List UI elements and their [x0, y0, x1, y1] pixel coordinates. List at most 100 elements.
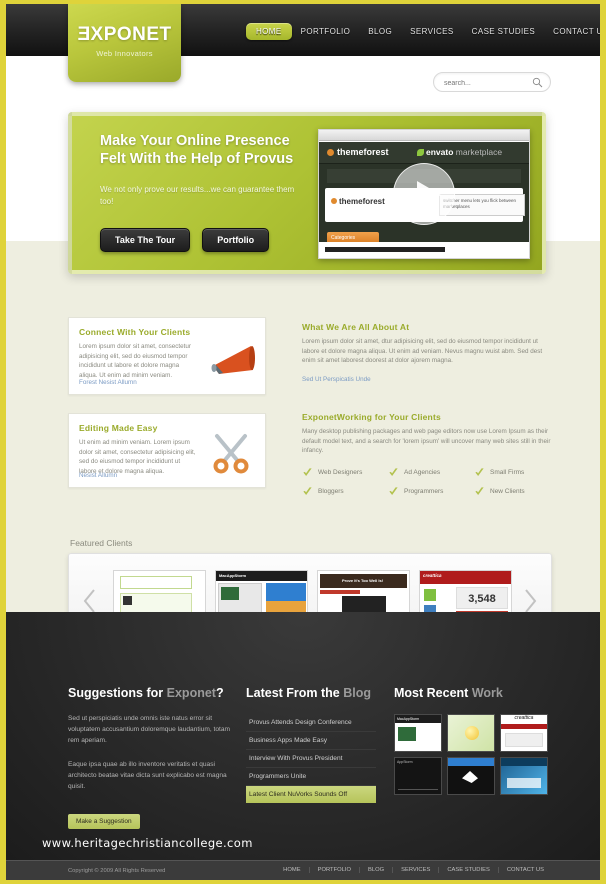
working-block: ExponetWorking for Your Clients Many des… [302, 412, 554, 497]
working-title: ExponetWorking for Your Clients [302, 412, 441, 422]
footer-nav-case-studies[interactable]: CASE STUDIES [439, 867, 499, 873]
blog-link[interactable]: Business Apps Made Easy [249, 737, 373, 744]
portfolio-button[interactable]: Portfolio [202, 228, 270, 252]
footer-suggestions: Suggestions for Exponet? Sed ut perspici… [68, 686, 233, 829]
blog-link[interactable]: Provus Attends Design Conference [249, 719, 373, 726]
nav-item-services[interactable]: SERVICES [401, 23, 463, 40]
feature-card-link[interactable]: Forest Nesist Allumn [79, 379, 137, 386]
footer-title-strong: Latest From the [246, 686, 340, 700]
hero-subtext: We not only prove our results...we can g… [100, 185, 295, 206]
nav-item-portfolio[interactable]: PORTFOLIO [292, 23, 360, 40]
footer-nav-contact-us[interactable]: CONTACT US [499, 867, 552, 873]
checklist-item: Web Designers [302, 467, 388, 478]
megaphone-icon [211, 346, 255, 374]
check-icon [303, 467, 312, 476]
hero-video-thumbnail[interactable]: themeforest envato marketplace themefore… [318, 129, 530, 259]
logo-wordmark: EXPONET [68, 24, 181, 46]
work-thumb[interactable]: MacAppStorm [394, 714, 442, 752]
nav-item-contact-us[interactable]: CONTACT US [544, 23, 600, 40]
checklist-item: Programmers [388, 486, 474, 497]
checklist-label: Ad Agencies [404, 468, 441, 476]
check-icon [475, 467, 484, 476]
footer-blog-title: Latest From the Blog [246, 686, 376, 700]
footer-recent-work: Most Recent Work MacAppStorm creattica A… [394, 686, 554, 795]
check-icon [389, 486, 398, 495]
list-item[interactable]: Programmers Unite [246, 768, 376, 786]
themeforest-logo: themeforest [327, 147, 389, 157]
list-item[interactable]: Provus Attends Design Conference [246, 714, 376, 732]
inner-themeforest-label: themeforest [331, 197, 385, 206]
work-thumb[interactable]: creattica [500, 714, 548, 752]
work-thumb[interactable] [500, 757, 548, 795]
footer-suggestions-para1: Sed ut perspiciatis unde omnis iste natu… [68, 715, 231, 744]
checklist-label: Bloggers [318, 487, 344, 495]
footer-bottom-bar: Copyright © 2009 All Rights Reserved HOM… [6, 860, 600, 880]
nav-item-case-studies[interactable]: CASE STUDIES [463, 23, 544, 40]
check-icon [303, 486, 312, 495]
search-icon[interactable] [532, 77, 543, 88]
footer-nav-home[interactable]: HOME [275, 867, 310, 873]
checklist-label: Small Firms [490, 468, 525, 476]
make-a-suggestion-button[interactable]: Make a Suggestion [68, 814, 140, 829]
work-thumb[interactable] [447, 714, 495, 752]
watermark-text: www.heritagechristiancollege.com [42, 836, 253, 850]
check-icon [475, 486, 484, 495]
featured-clients-title: Featured Clients [70, 538, 133, 548]
play-icon[interactable] [393, 163, 455, 225]
about-link[interactable]: Sed Ut Perspicatis Unde [302, 376, 371, 383]
hero-heading-line1: Make Your Online Presence [100, 133, 290, 149]
search-input[interactable] [444, 76, 529, 90]
footer-title-suffix: ? [215, 686, 224, 700]
footer-nav: HOME PORTFOLIO BLOG SERVICES CASE STUDIE… [275, 867, 552, 873]
blog-post-list: Provus Attends Design Conference Busines… [246, 714, 376, 803]
footer-blog: Latest From the Blog Provus Attends Desi… [246, 686, 376, 803]
scissors-icon [213, 434, 249, 474]
checklist-label: New Clients [490, 487, 525, 495]
checklist-item: Small Firms [474, 467, 554, 478]
work-thumb[interactable]: AppStorm [394, 757, 442, 795]
page-frame: HOME PORTFOLIO BLOG SERVICES CASE STUDIE… [0, 0, 606, 884]
check-icon [389, 467, 398, 476]
take-the-tour-button[interactable]: Take The Tour [100, 228, 191, 252]
footer-title-strong: Most Recent [394, 686, 469, 700]
footer-title-muted: Work [471, 686, 503, 700]
footer-nav-portfolio[interactable]: PORTFOLIO [310, 867, 360, 873]
site-logo[interactable]: EXPONET Web Innovators [68, 4, 181, 82]
about-title: What We Are All About At [302, 322, 410, 332]
client-stat: 3,548 [456, 587, 508, 609]
footer-nav-blog[interactable]: BLOG [360, 867, 394, 873]
chevron-right-icon[interactable] [523, 588, 537, 614]
feature-card-editing: Editing Made Easy Ut enim ad minim venia… [68, 413, 266, 488]
checklist-label: Programmers [404, 487, 444, 495]
blog-link[interactable]: Latest Client NuVorks Sounds Off [249, 791, 373, 798]
footer-nav-services[interactable]: SERVICES [393, 867, 440, 873]
page-inner: HOME PORTFOLIO BLOG SERVICES CASE STUDIE… [6, 4, 600, 880]
list-item[interactable]: Business Apps Made Easy [246, 732, 376, 750]
work-thumb[interactable] [447, 757, 495, 795]
hero-heading: Make Your Online Presence Felt With the … [100, 132, 320, 168]
checklist-item: New Clients [474, 486, 554, 497]
checklist-item: Bloggers [302, 486, 388, 497]
checklist-item: Ad Agencies [388, 467, 474, 478]
list-item-highlighted[interactable]: Latest Client NuVorks Sounds Off [246, 786, 376, 803]
blog-link[interactable]: Interview With Provus President [249, 755, 373, 762]
chevron-left-icon[interactable] [83, 588, 97, 614]
logo-tagline: Web Innovators [96, 49, 153, 58]
hero-banner: Make Your Online Presence Felt With the … [68, 112, 546, 274]
working-body: Many desktop publishing packages and web… [302, 428, 551, 454]
copyright-text: Copyright © 2009 All Rights Reserved [68, 868, 166, 874]
search-box[interactable] [433, 72, 551, 92]
site-header-strip: themeforest envato marketplace [319, 142, 529, 164]
feature-card-link[interactable]: Nesist Allumn [79, 472, 117, 479]
audience-checklist: Web Designers Ad Agencies Small Firms Bl… [302, 467, 554, 497]
list-item[interactable]: Interview With Provus President [246, 750, 376, 768]
logo-reversed-e: E [77, 24, 91, 45]
work-thumbnail-grid: MacAppStorm creattica AppStorm [394, 714, 554, 795]
footer-title-strong: Suggestions for [68, 686, 164, 700]
nav-item-home[interactable]: HOME [246, 23, 292, 40]
nav-item-blog[interactable]: BLOG [359, 23, 401, 40]
footer-work-title: Most Recent Work [394, 686, 554, 700]
about-body: Lorem ipsum dolor sit amet, dtur adipisi… [302, 338, 543, 364]
footer-suggestions-title: Suggestions for Exponet? [68, 686, 233, 700]
blog-link[interactable]: Programmers Unite [249, 773, 373, 780]
